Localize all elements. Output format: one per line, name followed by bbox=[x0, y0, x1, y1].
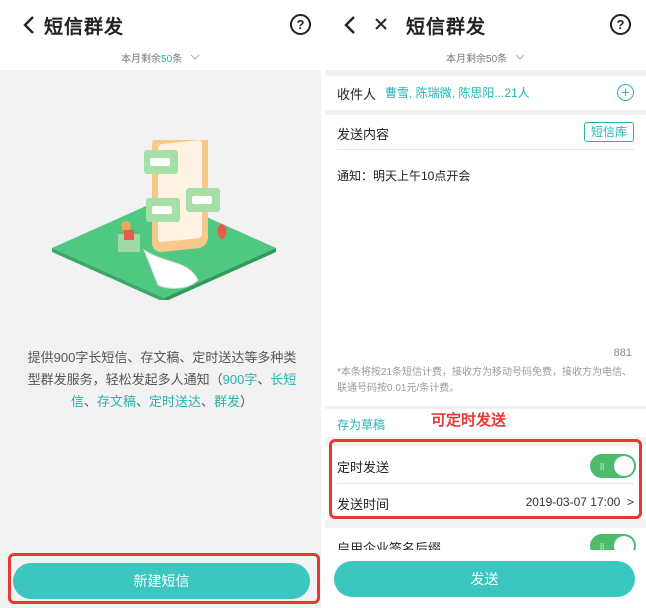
back-button[interactable] bbox=[343, 15, 357, 35]
add-recipient-button[interactable]: + bbox=[617, 84, 634, 101]
quota-count: 50 bbox=[486, 54, 498, 65]
quota-prefix: 本月剩余 bbox=[446, 54, 487, 65]
question-circle-icon: ? bbox=[616, 17, 625, 32]
annotation-label: 可定时发送 bbox=[431, 412, 507, 429]
monthly-quota[interactable]: 本月剩余50条 bbox=[0, 50, 321, 71]
separator: 、 bbox=[83, 394, 97, 409]
close-icon bbox=[375, 18, 387, 30]
content-section: 发送内容 短信库 通知：明天上午10点开会 881 *本条将按21条短信计费，接… bbox=[325, 115, 646, 406]
page-title: 短信群发 bbox=[406, 17, 487, 38]
feature-900-chars: 900字 bbox=[222, 372, 258, 387]
separator: 、 bbox=[257, 372, 271, 387]
back-button[interactable] bbox=[22, 15, 36, 35]
char-count: 881 bbox=[613, 347, 632, 359]
monthly-quota[interactable]: 本月剩余50条 bbox=[325, 50, 646, 71]
close-button[interactable] bbox=[373, 16, 389, 32]
help-button[interactable]: ? bbox=[610, 14, 631, 35]
feature-description: 提供900字长短信、存文稿、定时送达等多种类型群发服务，轻松发起多人通知（900… bbox=[22, 347, 302, 413]
highlight-box bbox=[329, 439, 642, 519]
separator: 、 bbox=[135, 394, 149, 409]
chevron-down-icon bbox=[515, 54, 525, 60]
message-textarea[interactable]: 通知：明天上午10点开会 bbox=[337, 167, 470, 184]
header: 短信群发 ? bbox=[325, 0, 646, 50]
feature-drafts: 存文稿 bbox=[96, 394, 136, 409]
left-screen: 短信群发 ? 本月剩余50条 提供900字长短信、存文稿、定时送达等多种类型群发… bbox=[0, 0, 321, 608]
quota-count: 50 bbox=[161, 54, 173, 65]
feature-scheduled: 定时送达 bbox=[149, 394, 202, 409]
content-label: 发送内容 bbox=[337, 127, 390, 142]
sms-library-button[interactable]: 短信库 bbox=[583, 122, 634, 142]
divider bbox=[337, 149, 634, 150]
billing-note: *本条将按21条短信计费，接收方为移动号码免费，接收方为电信、联通号码按0.01… bbox=[337, 367, 633, 394]
quota-suffix: 条 bbox=[497, 54, 508, 65]
page-title: 短信群发 bbox=[44, 17, 125, 38]
quota-prefix: 本月剩余 bbox=[121, 54, 162, 65]
save-draft-link[interactable]: 存为草稿 bbox=[337, 416, 385, 433]
intro-close: ） bbox=[240, 394, 254, 409]
feature-bulk: 群发 bbox=[214, 394, 241, 409]
question-circle-icon: ? bbox=[296, 17, 305, 32]
new-sms-button[interactable]: 新建短信 bbox=[13, 563, 310, 599]
send-button[interactable]: 发送 bbox=[334, 561, 635, 597]
recipients-row[interactable]: 收件人 曹雪, 陈瑞微, 陈思阳...21人 + bbox=[325, 76, 646, 110]
header: 短信群发 ? bbox=[0, 0, 321, 50]
chevron-left-icon bbox=[344, 16, 355, 34]
recipients-label: 收件人 bbox=[337, 87, 377, 102]
sms-illustration bbox=[52, 140, 276, 300]
chevron-down-icon bbox=[190, 54, 200, 60]
right-screen: 短信群发 ? 本月剩余50条 收件人 曹雪, 陈瑞微, 陈思阳...21人 + … bbox=[325, 0, 646, 608]
recipients-value[interactable]: 曹雪, 陈瑞微, 陈思阳...21人 bbox=[385, 84, 530, 101]
help-button[interactable]: ? bbox=[290, 14, 311, 35]
chevron-left-icon bbox=[23, 16, 34, 34]
separator: 、 bbox=[201, 394, 215, 409]
quota-suffix: 条 bbox=[172, 54, 183, 65]
draft-row: 存为草稿 可定时发送 bbox=[325, 409, 646, 437]
plus-icon: + bbox=[621, 84, 630, 100]
